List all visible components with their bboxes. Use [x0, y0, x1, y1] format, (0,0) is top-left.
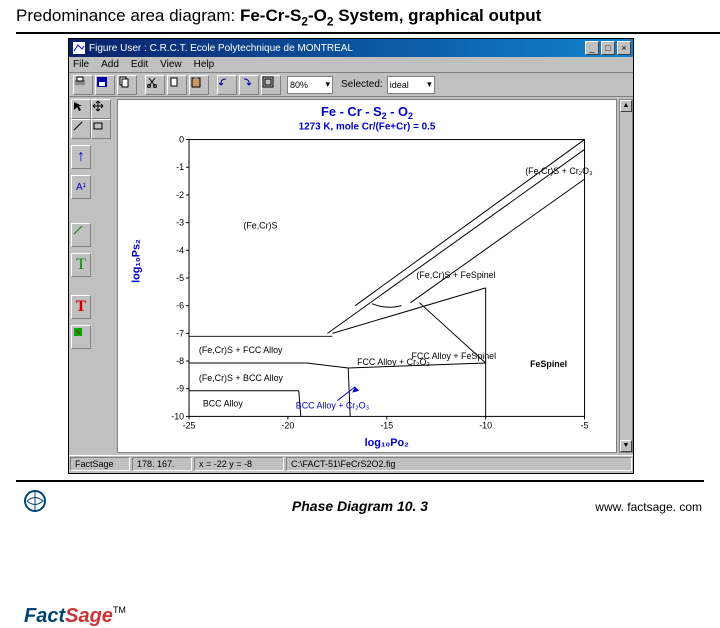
svg-text:-8: -8: [176, 356, 184, 366]
print-button[interactable]: [73, 75, 93, 95]
status-app: FactSage: [70, 457, 130, 471]
palette-line2[interactable]: [71, 223, 91, 247]
status-xy: x = -22 y = -8: [194, 457, 284, 471]
svg-text:(Fe,Cr)S + BCC Alloy: (Fe,Cr)S + BCC Alloy: [199, 373, 284, 383]
palette-a1[interactable]: A¹: [71, 175, 91, 199]
svg-text:log₁₀Ps₂: log₁₀Ps₂: [131, 239, 143, 283]
selected-label: Selected:: [341, 79, 383, 90]
svg-text:-6: -6: [176, 301, 184, 311]
svg-text:BCC Alloy + Cr₂O₃: BCC Alloy + Cr₂O₃: [296, 400, 370, 410]
ideal-select[interactable]: ideal▾: [387, 76, 435, 94]
svg-text:-10: -10: [479, 420, 492, 430]
save-button[interactable]: [95, 75, 115, 95]
scroll-up-button[interactable]: ▲: [620, 100, 632, 112]
maximize-button[interactable]: □: [601, 41, 615, 55]
svg-text:-15: -15: [380, 420, 393, 430]
menu-help[interactable]: Help: [194, 59, 215, 70]
footer-divider: [16, 480, 704, 482]
status-coords1: 178. 167.: [132, 457, 192, 471]
palette-text-red[interactable]: T: [71, 295, 91, 319]
svg-text:-4: -4: [176, 245, 184, 255]
copy-button[interactable]: [117, 75, 137, 95]
palette: ↑ A¹ T T: [71, 99, 113, 349]
svg-text:FCC Alloy + Cr₂O₃: FCC Alloy + Cr₂O₃: [357, 357, 430, 367]
svg-text:(Fe,Cr)S + Cr₂O₃: (Fe,Cr)S + Cr₂O₃: [525, 166, 593, 176]
svg-text:-5: -5: [176, 273, 184, 283]
menu-bar: File Add Edit View Help: [69, 57, 633, 73]
work-area: ↑ A¹ T T Fe - Cr - S2 - O2 1273 K, mole …: [69, 97, 633, 455]
svg-text:-20: -20: [281, 420, 294, 430]
menu-edit[interactable]: Edit: [131, 59, 148, 70]
redo-button[interactable]: [239, 75, 259, 95]
svg-text:(Fe,Cr)S + FCC Alloy: (Fe,Cr)S + FCC Alloy: [199, 345, 283, 355]
slide-title: Predominance area diagram: Fe-Cr-S2-O2 S…: [16, 6, 720, 34]
canvas[interactable]: Fe - Cr - S2 - O2 1273 K, mole Cr/(Fe+Cr…: [117, 99, 617, 453]
zoom-select[interactable]: 80%▾: [287, 76, 333, 94]
window-title-text: Figure User : C.R.C.T. Ecole Polytechniq…: [89, 43, 583, 54]
minimize-button[interactable]: _: [585, 41, 599, 55]
svg-text:-2: -2: [176, 190, 184, 200]
svg-text:-25: -25: [183, 420, 196, 430]
palette-shape[interactable]: [71, 325, 91, 349]
palette-text-green[interactable]: T: [71, 253, 91, 277]
menu-view[interactable]: View: [160, 59, 182, 70]
palette-select[interactable]: [71, 99, 91, 119]
scroll-down-button[interactable]: ▼: [620, 440, 632, 452]
svg-text:(Fe,Cr)S: (Fe,Cr)S: [243, 221, 277, 231]
app-icon: [72, 41, 86, 55]
svg-text:-1: -1: [176, 162, 184, 172]
svg-text:Fe - Cr - S2 - O2: Fe - Cr - S2 - O2: [321, 104, 413, 121]
svg-text:(Fe,Cr)S + FeSpinel: (Fe,Cr)S + FeSpinel: [416, 270, 495, 280]
svg-text:0: 0: [179, 135, 184, 145]
svg-text:BCC Alloy: BCC Alloy: [203, 399, 244, 409]
menu-file[interactable]: File: [73, 59, 89, 70]
undo-button[interactable]: [217, 75, 237, 95]
svg-text:-7: -7: [176, 328, 184, 338]
toolbar: 80%▾ Selected: ideal▾: [69, 73, 633, 97]
title-bar[interactable]: Figure User : C.R.C.T. Ecole Polytechniq…: [69, 39, 633, 57]
palette-arrow-up[interactable]: ↑: [71, 145, 91, 169]
menu-add[interactable]: Add: [101, 59, 119, 70]
svg-text:-9: -9: [176, 384, 184, 394]
svg-text:-5: -5: [581, 420, 589, 430]
palette-move[interactable]: [91, 99, 111, 119]
svg-text:1273 K, mole Cr/(Fe+Cr) = 0.5: 1273 K, mole Cr/(Fe+Cr) = 0.5: [299, 122, 436, 133]
vertical-scrollbar[interactable]: ▲ ▼: [619, 99, 633, 453]
status-path: C:\FACT-51\FeCrS2O2.fig: [286, 457, 632, 471]
close-button[interactable]: ×: [617, 41, 631, 55]
svg-text:log₁₀Po₂: log₁₀Po₂: [365, 437, 410, 449]
svg-text:-3: -3: [176, 218, 184, 228]
paste-button[interactable]: [189, 75, 209, 95]
footer-url: www. factsage. com: [595, 500, 702, 514]
app-window: Figure User : C.R.C.T. Ecole Polytechniq…: [68, 38, 634, 474]
status-bar: FactSage 178. 167. x = -22 y = -8 C:\FAC…: [69, 455, 633, 473]
palette-line[interactable]: [71, 119, 91, 139]
copy2-button[interactable]: [167, 75, 187, 95]
palette-rect[interactable]: [91, 119, 111, 139]
frame-button[interactable]: [261, 75, 281, 95]
svg-text:FeSpinel: FeSpinel: [530, 359, 567, 369]
cut-button[interactable]: [145, 75, 165, 95]
